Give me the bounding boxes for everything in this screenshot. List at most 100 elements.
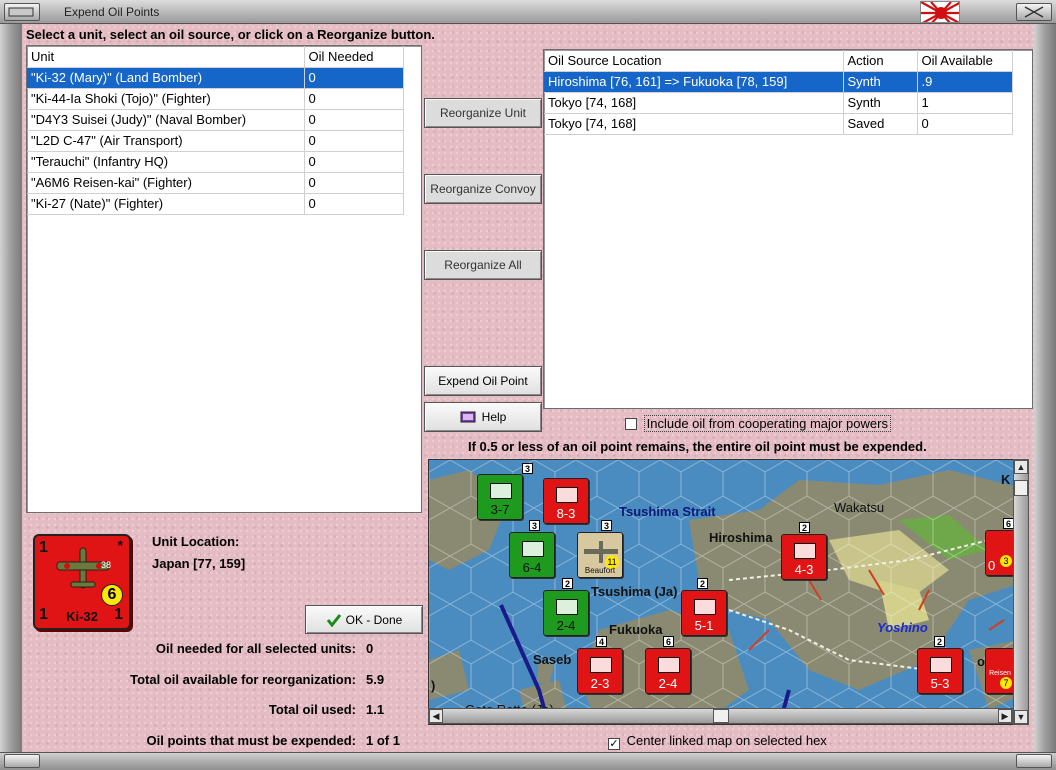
reorganize-unit-button[interactable]: Reorganize Unit [424,98,542,128]
oil-source-header: Oil Source Location Action Oil Available [544,50,1013,72]
unit-name-cell: "Terauchi" (Infantry HQ) [27,151,305,173]
bottom-left-grip[interactable] [4,754,40,768]
map-unit-counter[interactable]: 2-3 [577,648,623,694]
map-label-paren: ) [431,678,436,693]
title-bar[interactable]: Expend Oil Points [0,0,1056,24]
include-cooperating-checkbox[interactable] [625,418,637,430]
map-label-sasebo: Saseb [533,652,572,667]
map-unit-counter[interactable]: 11 Beaufort [577,532,623,578]
unit-type-icon [694,599,716,615]
unit-type-icon [590,657,612,673]
stack-count: 3 [601,520,612,531]
table-row[interactable]: "Ki-44-Ia Shoki (Tojo)" (Fighter) 0 [27,88,404,110]
unit-name-cell: "Ki-27 (Nate)" (Fighter) [27,193,305,215]
oil-needed-cell: 0 [304,151,404,173]
map-unit-counter[interactable]: 6-4 [509,532,555,578]
map-unit-counter[interactable]: 2-4 [645,648,691,694]
map-unit-counter[interactable]: 3-7 [477,474,523,520]
expend-oil-point-button[interactable]: Expend Oil Point [424,366,542,396]
unit-strength: 4-3 [794,562,814,577]
instructions-text: Select a unit, select an oil source, or … [26,27,435,42]
map-vertical-scrollbar[interactable]: ▲ ▼ [1013,459,1029,725]
map-label-tsushima-strait: Tsushima Strait [619,504,716,519]
must-expend-value: 1 of 1 [366,733,400,748]
scroll-thumb-vertical[interactable] [1014,480,1028,496]
rising-sun-flag-icon [920,1,960,23]
reorganize-all-button[interactable]: Reorganize All [424,250,542,280]
map-label-hiroshima: Hiroshima [709,530,773,545]
table-row[interactable]: Tokyo [74, 168] Saved 0 [544,113,1013,135]
unit-table-header: Unit Oil Needed [27,46,404,68]
map-label-fukuoka: Fukuoka [609,622,663,637]
ok-done-button[interactable]: OK - Done [305,605,423,634]
table-row[interactable]: Tokyo [74, 168] Synth 1 [544,92,1013,114]
unit-column-header[interactable]: Unit [27,46,305,68]
table-row[interactable]: "L2D C-47" (Air Transport) 0 [27,130,404,152]
map-unit-counter[interactable]: 2-4 [543,590,589,636]
stack-count: 2 [697,578,708,589]
help-button[interactable]: Help [424,402,542,432]
scroll-thumb-horizontal[interactable] [713,709,729,723]
linked-map-view[interactable]: gai Tsushima Strait Hiroshima Wakatsu K … [428,459,1029,725]
map-horizontal-scrollbar[interactable]: ◀ ▶ [428,708,1013,724]
table-row[interactable]: "Ki-27 (Nate)" (Fighter) 0 [27,193,404,215]
include-cooperating-row[interactable]: Include oil from cooperating major power… [625,415,891,432]
unit-type-icon [930,657,952,673]
window-menu-icon [8,7,34,17]
oil-available-header[interactable]: Oil Available [917,50,1013,72]
stack-count: 2 [562,578,573,589]
center-linked-checkbox[interactable]: ✓ [608,738,620,750]
table-row[interactable]: "Ki-32 (Mary)" (Land Bomber) 0 [27,67,404,89]
include-cooperating-label: Include oil from cooperating major power… [643,415,891,432]
oil-needed-cell: 0 [304,109,404,131]
stack-count: 2 [934,636,945,647]
oil-rule-note: If 0.5 or less of an oil point remains, … [468,439,927,454]
map-unit-counter[interactable]: 7 Reisen [985,648,1015,694]
map-unit-counter[interactable]: 5-3 [917,648,963,694]
help-label: Help [481,410,507,424]
oil-needed-column-header[interactable]: Oil Needed [304,46,404,68]
scroll-up-button[interactable]: ▲ [1014,460,1028,474]
oil-needed-cell: 0 [304,67,404,89]
table-row[interactable]: Hiroshima [76, 161] => Fukuoka [78, 159]… [544,71,1013,93]
map-unit-counter[interactable]: 3 0 [985,530,1015,576]
must-expend-label: Oil points that must be expended: [146,733,356,748]
unit-name-cell: "L2D C-47" (Air Transport) [27,130,305,152]
table-row[interactable]: "D4Y3 Suisei (Judy)" (Naval Bomber) 0 [27,109,404,131]
map-unit-counter[interactable]: 8-3 [543,478,589,524]
unit-list-panel[interactable]: Unit Oil Needed "Ki-32 (Mary)" (Land Bom… [26,45,422,513]
map-unit-counter[interactable]: 5-1 [681,590,727,636]
scroll-left-button[interactable]: ◀ [429,709,443,723]
table-row[interactable]: "A6M6 Reisen-kai" (Fighter) 0 [27,172,404,194]
unit-table: Unit Oil Needed "Ki-32 (Mary)" (Land Bom… [27,46,404,215]
window-menu-button[interactable] [4,3,40,21]
counter-range-badge: 6 [101,584,123,606]
window-close-button[interactable] [1016,3,1052,21]
unit-name-cell: "A6M6 Reisen-kai" (Fighter) [27,172,305,194]
action-cell: Saved [843,113,918,135]
stack-count: 4 [596,636,607,647]
unit-strength: 3-7 [490,502,510,517]
unit-location-value: Japan [77, 159] [152,556,246,571]
bottom-right-grip[interactable] [1016,754,1052,768]
table-row[interactable]: "Terauchi" (Infantry HQ) 0 [27,151,404,173]
reorganize-convoy-button[interactable]: Reorganize Convoy [424,174,542,204]
oil-source-panel[interactable]: Oil Source Location Action Oil Available… [543,49,1033,409]
unit-extra-label: Reisen [989,670,1011,677]
unit-strength: 5-1 [694,618,714,633]
action-header[interactable]: Action [843,50,918,72]
counter-unit-name: Ki-32 [66,609,98,624]
unit-strength: 2-4 [556,618,576,633]
available-cell: .9 [917,71,1013,93]
unit-type-icon [658,657,680,673]
total-used-value: 1.1 [366,702,385,717]
scroll-right-button[interactable]: ▶ [998,709,1012,723]
oil-source-location-header[interactable]: Oil Source Location [544,50,844,72]
unit-type-icon [794,543,816,559]
unit-badge: 7 [1000,677,1012,689]
scroll-down-button[interactable]: ▼ [1014,710,1028,724]
stack-count: 3 [522,463,533,474]
map-unit-counter[interactable]: 4-3 [781,534,827,580]
map-label-yoshino: Yoshino [877,620,928,635]
center-linked-row[interactable]: ✓ Center linked map on selected hex [608,733,827,750]
